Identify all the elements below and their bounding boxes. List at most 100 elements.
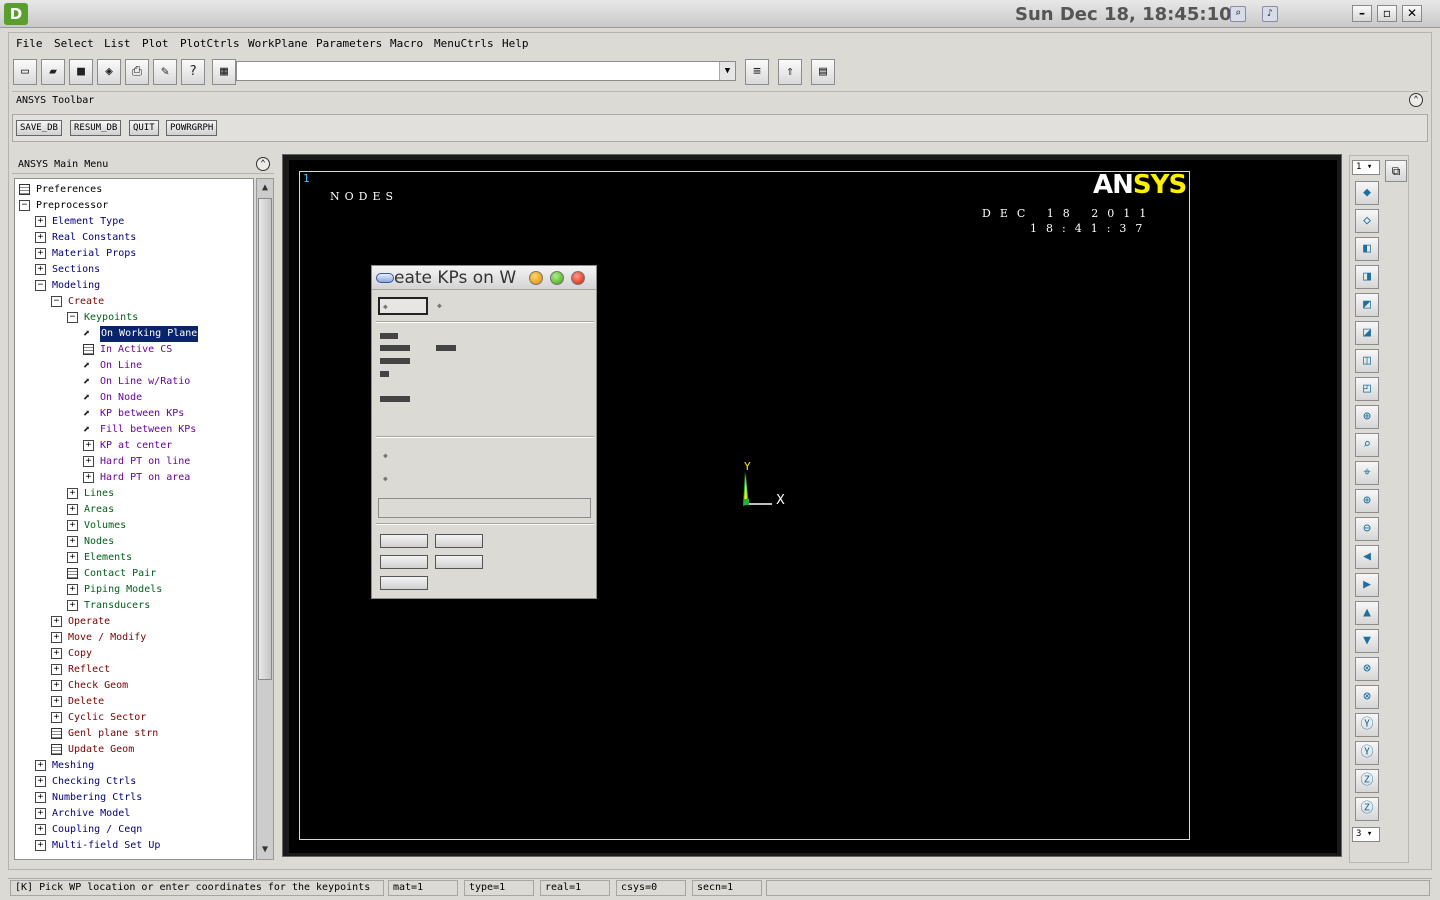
menu-help[interactable]: Help: [502, 37, 529, 50]
expand-icon[interactable]: +: [35, 840, 46, 851]
dialog-reset-button[interactable]: [380, 555, 428, 569]
top-view-icon[interactable]: ◩: [1355, 293, 1379, 317]
pan-up-icon[interactable]: ▲: [1355, 601, 1379, 625]
expand-icon[interactable]: +: [35, 824, 46, 835]
menu-file[interactable]: File: [16, 37, 43, 50]
dialog-help-button[interactable]: [380, 576, 428, 590]
rotate-y-pos-icon[interactable]: Ⓨ: [1355, 741, 1379, 765]
dynamic-mode-icon[interactable]: ⧉: [1385, 160, 1407, 182]
menu-parameters[interactable]: Parameters: [316, 37, 382, 50]
dialog-minimize-icon[interactable]: [529, 271, 543, 285]
collapse-icon[interactable]: −: [51, 296, 62, 307]
expand-icon[interactable]: +: [35, 808, 46, 819]
pick-arrow-icon[interactable]: ⬈: [83, 327, 94, 339]
expand-icon[interactable]: +: [67, 600, 78, 611]
dialog-maximize-icon[interactable]: [550, 271, 564, 285]
toggle-toolbar-icon[interactable]: ≡: [745, 59, 769, 85]
resum-db-button[interactable]: RESUM_DB: [70, 120, 122, 136]
box-zoom-icon[interactable]: ⌕: [1355, 433, 1379, 457]
zoom-icon[interactable]: ⊕: [1355, 405, 1379, 429]
new-file-icon[interactable]: ▭: [13, 59, 37, 85]
save-icon[interactable]: ■: [69, 59, 93, 85]
zoom-out-icon[interactable]: ⊖: [1355, 517, 1379, 541]
pick-arrow-icon[interactable]: ⬈: [83, 391, 94, 403]
zoom-in-icon[interactable]: ⊕: [1355, 489, 1379, 513]
expand-icon[interactable]: +: [83, 472, 94, 483]
expand-icon[interactable]: +: [35, 760, 46, 771]
list-of-items-radio[interactable]: [380, 448, 470, 466]
zoom-rate-dropdown[interactable]: 3 ▾: [1352, 827, 1380, 842]
command-prompt-icon[interactable]: ▦: [212, 59, 236, 85]
iso-view-icon[interactable]: ◆: [1355, 181, 1379, 205]
expand-icon[interactable]: +: [51, 712, 62, 723]
print-icon[interactable]: ⎙: [125, 59, 149, 85]
expand-icon[interactable]: +: [35, 248, 46, 259]
pick-arrow-icon[interactable]: ⬈: [83, 423, 94, 435]
search-icon[interactable]: ⌕: [1230, 6, 1246, 22]
collapse-icon[interactable]: −: [67, 312, 78, 323]
expand-icon[interactable]: +: [51, 664, 62, 675]
expand-icon[interactable]: +: [35, 792, 46, 803]
scroll-down-icon[interactable]: ▼: [258, 842, 272, 858]
rotate-x-neg-icon[interactable]: ⊗: [1355, 657, 1379, 681]
collapse-toolbar-icon[interactable]: ⌃: [1409, 93, 1423, 107]
rotate-x-pos-icon[interactable]: ⊗: [1355, 685, 1379, 709]
expand-icon[interactable]: +: [35, 264, 46, 275]
pick-arrow-icon[interactable]: ⬈: [83, 359, 94, 371]
window-maximize-button[interactable]: ▫: [1377, 5, 1397, 22]
pick-radio[interactable]: [378, 297, 428, 315]
powrgrph-button[interactable]: POWRGRPH: [166, 120, 218, 136]
reset-picking-icon[interactable]: ▤: [811, 59, 835, 85]
dialog-menu-icon[interactable]: [376, 273, 394, 283]
expand-icon[interactable]: +: [51, 680, 62, 691]
back-view-icon[interactable]: ◪: [1355, 321, 1379, 345]
expand-icon[interactable]: +: [67, 504, 78, 515]
pick-arrow-icon[interactable]: ⬈: [83, 407, 94, 419]
expand-icon[interactable]: +: [51, 616, 62, 627]
raise-hidden-icon[interactable]: ⇑: [778, 59, 802, 85]
collapse-main-menu-icon[interactable]: ⌃: [256, 157, 270, 171]
right-view-icon[interactable]: ◨: [1355, 265, 1379, 289]
win-zoom-icon[interactable]: ⌖: [1355, 461, 1379, 485]
expand-icon[interactable]: +: [67, 552, 78, 563]
dialog-ok-button[interactable]: [380, 534, 428, 548]
menu-workplane[interactable]: WorkPlane: [248, 37, 308, 50]
expand-icon[interactable]: +: [51, 648, 62, 659]
app-logo-icon[interactable]: D: [4, 3, 28, 25]
min-max-inc-radio[interactable]: [380, 471, 476, 489]
dialog-coordinate-input[interactable]: [378, 498, 591, 518]
expand-icon[interactable]: +: [67, 584, 78, 595]
expand-icon[interactable]: +: [35, 216, 46, 227]
expand-icon[interactable]: +: [67, 488, 78, 499]
pan-right-icon[interactable]: ▶: [1355, 573, 1379, 597]
scrollbar-thumb[interactable]: [258, 198, 272, 680]
left-view-icon[interactable]: ◫: [1355, 349, 1379, 373]
dialog-box-icon[interactable]: [19, 184, 30, 195]
expand-icon[interactable]: +: [51, 696, 62, 707]
collapse-icon[interactable]: −: [35, 280, 46, 291]
window-close-button[interactable]: ✕: [1402, 5, 1422, 22]
rotate-y-neg-icon[interactable]: Ⓨ: [1355, 713, 1379, 737]
rotate-z-neg-icon[interactable]: Ⓩ: [1355, 769, 1379, 793]
pan-down-icon[interactable]: ▼: [1355, 629, 1379, 653]
pick-arrow-icon[interactable]: ⬈: [83, 375, 94, 387]
report-generator-icon[interactable]: ◈: [97, 59, 121, 85]
command-history-dropdown[interactable]: ▼: [719, 62, 735, 80]
expand-icon[interactable]: +: [67, 536, 78, 547]
menu-plot[interactable]: Plot: [142, 37, 169, 50]
expand-icon[interactable]: +: [51, 632, 62, 643]
menu-plotctrls[interactable]: PlotCtrls: [180, 37, 240, 50]
dialog-box-icon[interactable]: [51, 728, 62, 739]
window-select-dropdown[interactable]: 1 ▾: [1352, 160, 1380, 175]
menu-select[interactable]: Select: [54, 37, 94, 50]
help-icon[interactable]: ?: [181, 59, 205, 85]
dialog-box-icon[interactable]: [83, 344, 94, 355]
bottom-view-icon[interactable]: ◰: [1355, 377, 1379, 401]
expand-icon[interactable]: +: [35, 232, 46, 243]
capture-image-icon[interactable]: ✎: [153, 59, 177, 85]
dialog-cancel-button[interactable]: [435, 555, 483, 569]
open-file-icon[interactable]: ▰: [41, 59, 65, 85]
menu-menuctrls[interactable]: MenuCtrls: [434, 37, 494, 50]
command-input[interactable]: [236, 61, 736, 81]
dialog-box-icon[interactable]: [67, 568, 78, 579]
